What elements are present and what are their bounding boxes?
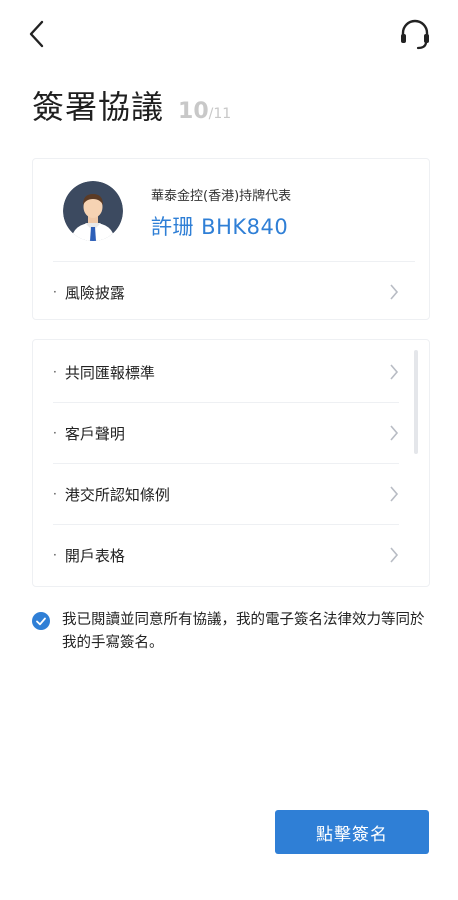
agreement-checkbox[interactable] <box>32 612 50 630</box>
representative-name: 許珊 BHK840 <box>151 215 289 239</box>
list-item-label: 客戶聲明 <box>64 424 125 443</box>
bullet: · <box>53 426 57 440</box>
title-row: 簽署協議 10/11 <box>32 82 231 128</box>
step-total: /11 <box>208 106 232 122</box>
scrollbar[interactable] <box>414 350 418 454</box>
back-button[interactable] <box>22 18 54 50</box>
checkmark-icon <box>36 617 46 626</box>
chevron-right-icon <box>390 486 399 502</box>
step-counter: 10/11 <box>178 99 231 124</box>
headset-icon <box>401 19 429 50</box>
list-item-account-opening-form[interactable]: · 開戶表格 <box>33 525 429 585</box>
step-current: 10 <box>178 99 209 124</box>
list-item-label: 港交所認知條例 <box>64 485 170 504</box>
list-item-risk-disclosure[interactable]: · 風險披露 <box>33 262 429 322</box>
list-item-customer-declaration[interactable]: · 客戶聲明 <box>33 403 429 463</box>
list-item-common-reporting-standard[interactable]: · 共同匯報標準 <box>33 342 429 402</box>
bullet: · <box>53 365 57 379</box>
chevron-left-icon <box>29 20 44 48</box>
sign-button[interactable]: 點擊簽名 <box>275 810 429 854</box>
chevron-right-icon <box>390 364 399 380</box>
agreement-text: 我已閱讀並同意所有協議，我的電子簽名法律效力等同於我的手寫簽名。 <box>62 612 425 651</box>
bullet: · <box>53 548 57 562</box>
representative-label: 華泰金控(香港)持牌代表 <box>151 189 292 204</box>
bullet: · <box>53 487 57 501</box>
list-item-label: 共同匯報標準 <box>64 363 155 382</box>
customer-service-button[interactable] <box>396 16 434 54</box>
list-item-label: 風險披露 <box>64 283 125 302</box>
list-item-hkex-rules[interactable]: · 港交所認知條例 <box>33 464 429 524</box>
chevron-right-icon <box>390 425 399 441</box>
chevron-right-icon <box>390 547 399 563</box>
list-item-label: 開戶表格 <box>64 546 125 565</box>
agreement-list-card: · 共同匯報標準 · 客戶聲明 · 港交所認知條例 · 開戶表格 <box>32 339 430 587</box>
representative-card: 華泰金控(香港)持牌代表 許珊 BHK840 · 風險披露 <box>32 158 430 320</box>
bullet: · <box>53 285 57 299</box>
chevron-right-icon <box>390 284 399 300</box>
person-avatar-icon <box>63 181 123 241</box>
page-title: 簽署協議 <box>32 88 165 126</box>
